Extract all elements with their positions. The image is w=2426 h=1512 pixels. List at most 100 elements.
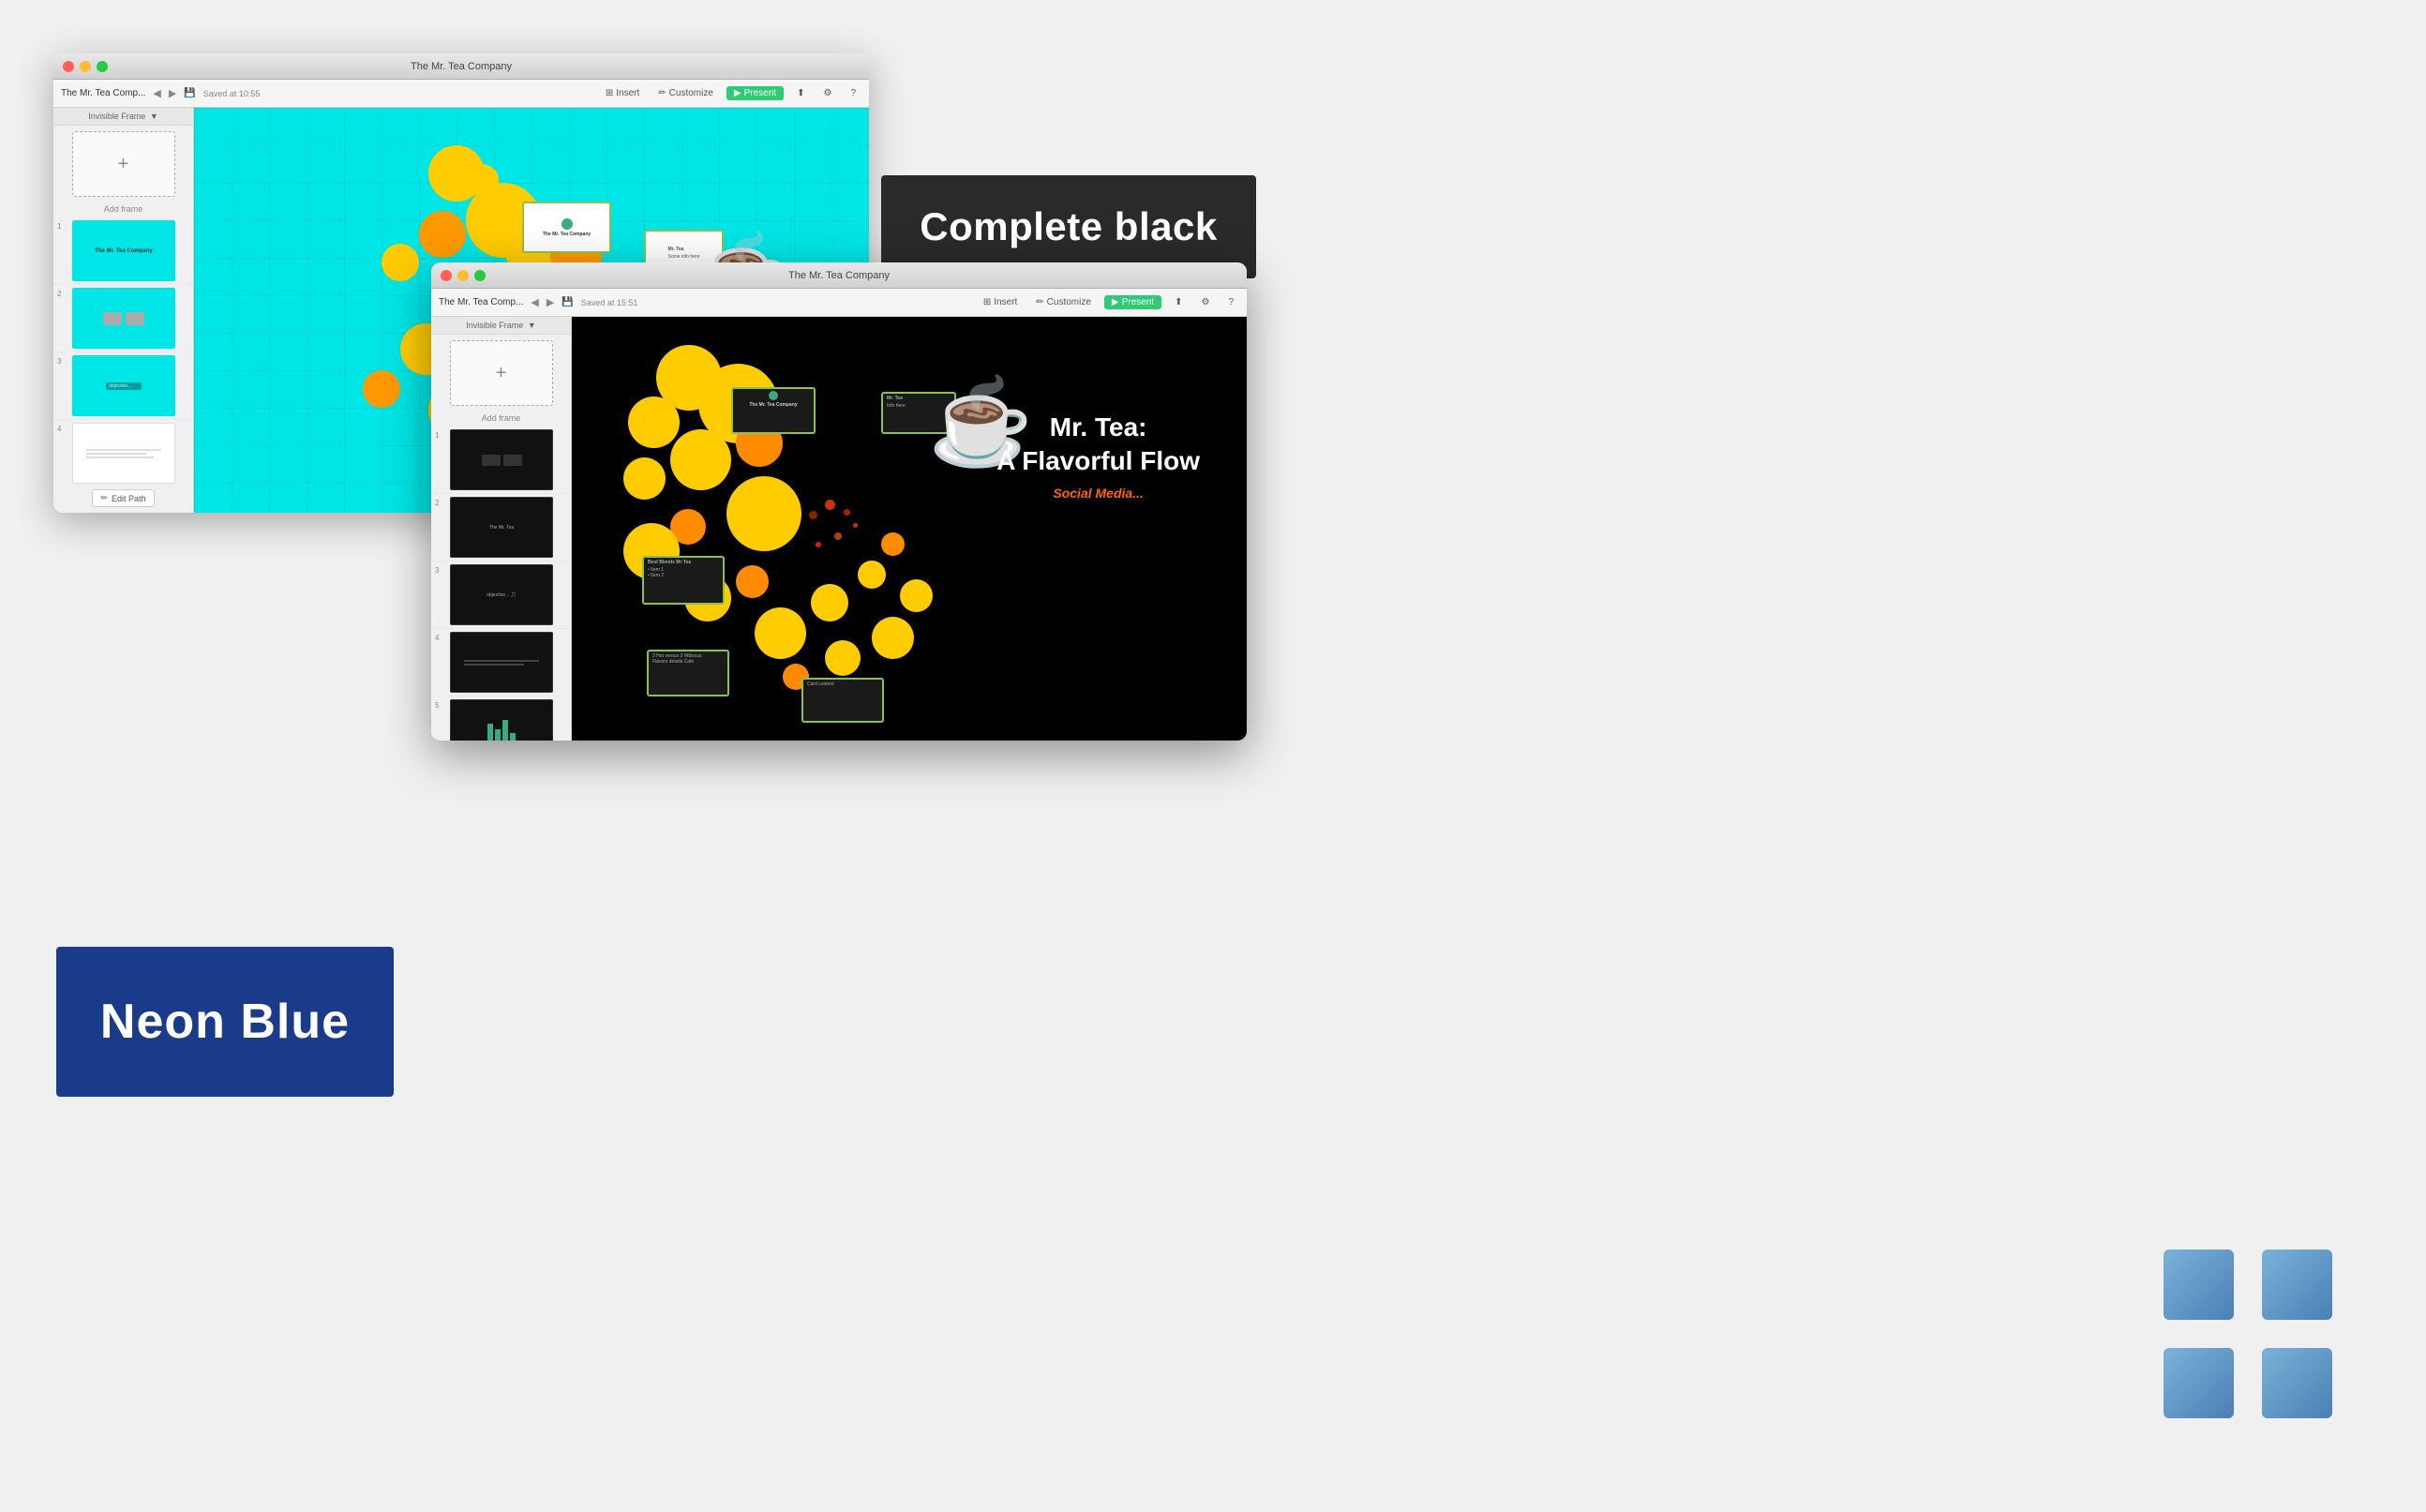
saved-label-2: Saved at 15:51 [581, 298, 638, 307]
slide-item-d2[interactable]: 2 The Mr. Tea [431, 494, 571, 561]
present-btn-1[interactable]: ▶ Present [726, 86, 784, 100]
slide-thumb-d3: objective... 🎵 [450, 564, 553, 625]
help-btn-1[interactable]: ? [845, 86, 861, 100]
toolbar-1: The Mr. Tea Comp... ◀ ▶ 💾 Saved at 10:55… [53, 80, 869, 108]
share-btn-1[interactable]: ⬆ [791, 86, 810, 100]
frame-dropdown-icon-2[interactable]: ▼ [528, 321, 536, 330]
customize-btn-1[interactable]: ✏ Customize [652, 86, 719, 100]
insert-btn-1[interactable]: ⊞ Insert [600, 86, 645, 100]
present-btn-2[interactable]: ▶ Present [1104, 295, 1161, 309]
prezi-circle [419, 211, 466, 258]
sidebar-2: Invisible Frame ▼ + Add frame 1 [431, 317, 572, 741]
slide-list-1: 1 The Mr. Tea Company 2 [53, 217, 193, 484]
canvas-area-2[interactable]: The Mr. Tea Company Mr. Tea Info here Be… [572, 317, 1247, 741]
prezi-card: The Mr. Tea Company [522, 202, 611, 253]
share-btn-2[interactable]: ⬆ [1169, 295, 1188, 309]
minimize-button-1[interactable] [80, 61, 91, 72]
dark-circle [670, 429, 731, 490]
slide-item-3[interactable]: 3 objective... 🎵 [53, 352, 193, 420]
minimize-button-2[interactable] [457, 270, 469, 281]
titlebar-1: The Mr. Tea Company [53, 53, 869, 80]
save-icon-1: 💾 [184, 88, 195, 98]
pencil-icon-1: ✏ [658, 88, 666, 98]
new-frame-btn-1[interactable]: + [72, 131, 175, 197]
close-button-2[interactable] [441, 270, 452, 281]
slide-thumb-d4 [450, 632, 553, 693]
complete-black-text: Complete black [920, 204, 1217, 249]
doc-title-1[interactable]: The Mr. Tea Comp... [61, 88, 145, 98]
titlebar-2: The Mr. Tea Company [431, 262, 1247, 289]
slide-list-2: 1 2 The Mr. Tea [431, 427, 571, 741]
dark-circle [726, 476, 801, 551]
slide-item-d3[interactable]: 3 objective... 🎵 [431, 561, 571, 629]
dark-canvas-subtitle: Social Media... [996, 485, 1200, 502]
nav-forward-1[interactable]: ▶ [169, 87, 176, 99]
prezi-canvas-2: The Mr. Tea Company Mr. Tea Info here Be… [572, 317, 1247, 741]
traffic-lights-1[interactable] [63, 61, 108, 72]
nav-back-2[interactable]: ◀ [531, 296, 538, 308]
close-button-1[interactable] [63, 61, 74, 72]
frame-label-2: Invisible Frame ▼ [431, 317, 571, 335]
slide-thumb-1: The Mr. Tea Company [72, 220, 175, 281]
slide-item-2[interactable]: 2 [53, 285, 193, 352]
add-frame-label-1: Add frame [53, 204, 193, 214]
dark-circle [628, 397, 680, 448]
customize-btn-2[interactable]: ✏ Customize [1030, 295, 1097, 309]
insert-icon-2: ⊞ [983, 297, 991, 307]
new-frame-btn-2[interactable]: + [450, 340, 553, 406]
frame-label-1: Invisible Frame ▼ [53, 108, 193, 126]
dark-circle [872, 617, 914, 659]
nav-back-1[interactable]: ◀ [153, 87, 160, 99]
sidebar-1: Invisible Frame ▼ + Add frame 1 The Mr. … [53, 108, 194, 513]
fullscreen-button-1[interactable] [97, 61, 108, 72]
slide-thumb-d5 [450, 699, 553, 741]
slide-item-d1[interactable]: 1 [431, 427, 571, 494]
slide-thumb-3: objective... 🎵 [72, 355, 175, 416]
settings-btn-2[interactable]: ⚙ [1195, 295, 1215, 309]
play-icon-1: ▶ [734, 88, 741, 98]
dark-card: Best Blends Mr Tea • Item 1 • Item 2 [642, 556, 725, 605]
save-icon-2: 💾 [562, 297, 573, 307]
frame-dropdown-icon[interactable]: ▼ [150, 112, 158, 121]
play-icon-2: ▶ [1112, 297, 1119, 307]
pencil-icon-2: ✏ [1036, 297, 1043, 307]
dark-circle [900, 579, 933, 612]
dark-card: 3 Hot versus 3 Hibiscus Flavors details … [647, 650, 729, 696]
neon-blue-text: Neon Blue [100, 994, 350, 1050]
prezi-logo [2126, 1212, 2370, 1456]
prezi-circle [382, 244, 419, 281]
toolbar-2: The Mr. Tea Comp... ◀ ▶ 💾 Saved at 15:51… [431, 289, 1247, 317]
insert-icon-1: ⊞ [606, 88, 613, 98]
dark-circle [755, 607, 806, 659]
settings-btn-1[interactable]: ⚙ [817, 86, 837, 100]
insert-btn-2[interactable]: ⊞ Insert [978, 295, 1023, 309]
slide-item-d5[interactable]: 5 [431, 696, 571, 741]
window-dark: The Mr. Tea Company The Mr. Tea Comp... … [431, 262, 1247, 741]
nav-forward-2[interactable]: ▶ [547, 296, 554, 308]
neon-blue-label: Neon Blue [56, 947, 394, 1097]
slide-item-4[interactable]: 4 [53, 420, 193, 484]
slide-item-1[interactable]: 1 The Mr. Tea Company [53, 217, 193, 285]
window-title-1: The Mr. Tea Company [411, 61, 512, 72]
dark-card: Card content [801, 678, 884, 723]
slide-item-d4[interactable]: 4 [431, 629, 571, 696]
help-btn-2[interactable]: ? [1222, 295, 1239, 309]
slide-thumb-4 [72, 423, 175, 484]
add-frame-label-2: Add frame [431, 413, 571, 423]
dark-circle [811, 584, 848, 621]
slide-thumb-d1 [450, 429, 553, 490]
dark-circle [825, 640, 861, 676]
fullscreen-button-2[interactable] [474, 270, 486, 281]
saved-label-1: Saved at 10:55 [203, 89, 261, 98]
dark-canvas-title: Mr. Tea: A Flavorful Flow Social Media..… [996, 411, 1200, 502]
window-body-2: Invisible Frame ▼ + Add frame 1 [431, 317, 1247, 741]
edit-path-btn[interactable]: ✏ Edit Path [92, 489, 154, 507]
dark-circle [881, 532, 905, 556]
slide-thumb-2 [72, 288, 175, 349]
traffic-lights-2[interactable] [441, 270, 486, 281]
pencil-icon-edit: ✏ [100, 493, 108, 503]
doc-title-2[interactable]: The Mr. Tea Comp... [439, 297, 523, 307]
prezi-circle [466, 164, 499, 197]
slide-thumb-d2: The Mr. Tea [450, 497, 553, 558]
dark-circle [623, 457, 666, 500]
